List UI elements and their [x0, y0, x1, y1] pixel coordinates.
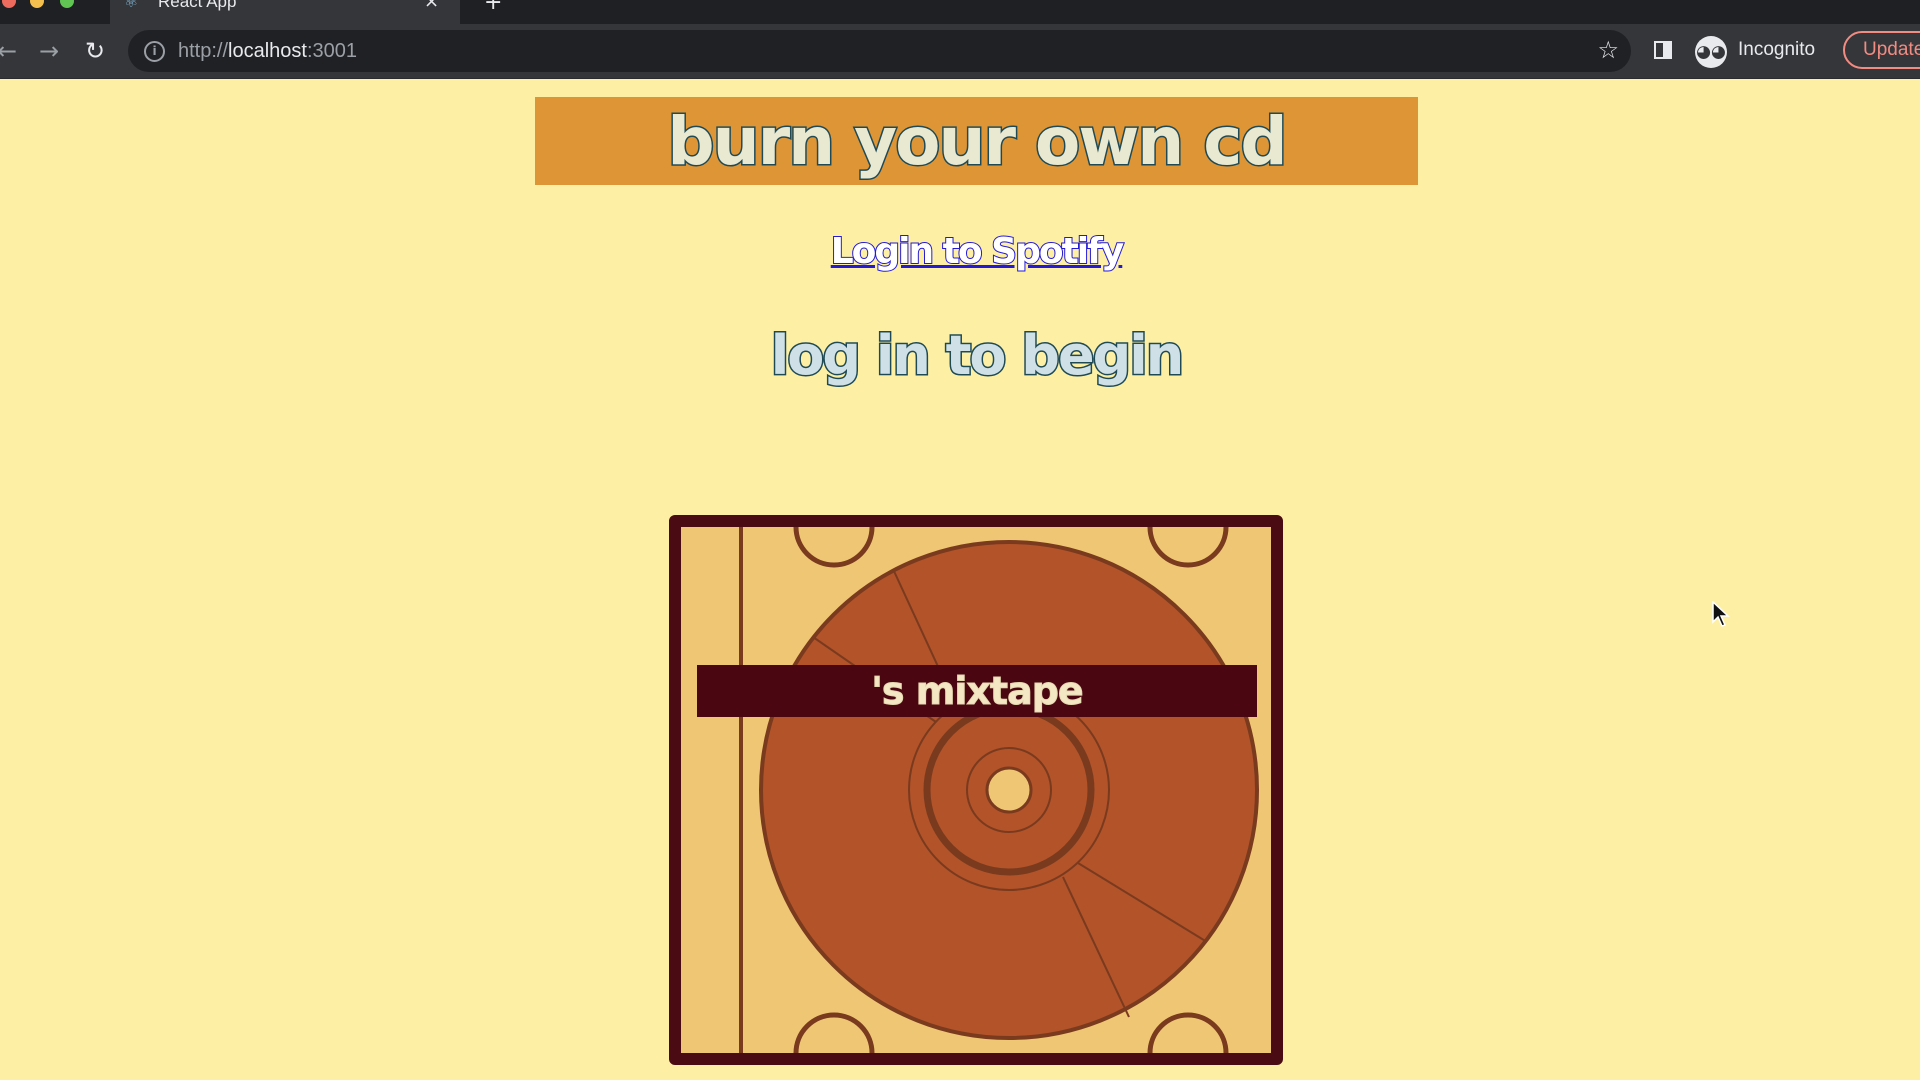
page-title: burn your own cd	[666, 101, 1289, 181]
window-zoom-control[interactable]	[60, 0, 74, 8]
tab-close-icon[interactable]: ×	[424, 0, 439, 12]
login-spotify-link[interactable]: Login to Spotify	[0, 230, 1920, 273]
update-button[interactable]: Update	[1843, 31, 1920, 69]
case-clip-icon	[793, 1012, 875, 1053]
url-host: localhost	[228, 40, 307, 62]
page-content: burn your own cd Login to Spotify log in…	[0, 79, 1920, 1080]
tab-title: React App	[158, 0, 237, 11]
react-favicon-icon: ⚛	[124, 0, 139, 11]
address-bar[interactable]: i http://localhost:3001 ☆	[128, 30, 1631, 72]
mixtape-label: 's mixtape	[871, 669, 1084, 714]
login-status-message: log in to begin	[769, 323, 1185, 389]
url-port: :3001	[306, 40, 358, 62]
forward-arrow-icon[interactable]: →	[34, 36, 64, 66]
bookmark-star-icon[interactable]: ☆	[1597, 36, 1619, 64]
mouse-pointer-icon	[1712, 601, 1730, 627]
browser-toolbar: ← → ↻ i http://localhost:3001 ☆ ◕◕ Incog…	[0, 24, 1920, 79]
new-tab-button[interactable]: +	[484, 0, 502, 15]
header-banner: burn your own cd	[535, 97, 1418, 185]
url-text[interactable]: http://localhost:3001	[178, 40, 357, 63]
site-info-icon[interactable]: i	[144, 41, 165, 62]
incognito-icon[interactable]: ◕◕	[1695, 36, 1727, 68]
back-arrow-icon[interactable]: ←	[0, 36, 22, 66]
case-clip-icon	[1147, 527, 1229, 568]
window-minimize-control[interactable]	[30, 0, 44, 8]
cd-case	[669, 515, 1283, 1065]
side-panel-icon[interactable]	[1654, 41, 1672, 59]
disc-center-hole	[985, 766, 1033, 814]
case-clip-icon	[793, 527, 875, 568]
cd-artwork	[739, 527, 1259, 1053]
browser-tab[interactable]: ⚛ React App ×	[110, 0, 460, 24]
browser-tab-strip: ⚛ React App × +	[0, 0, 1920, 24]
case-clip-icon	[1147, 1012, 1229, 1053]
reload-icon[interactable]: ↻	[80, 36, 110, 66]
url-scheme: http://	[178, 40, 229, 62]
profile-label[interactable]: Incognito	[1738, 39, 1815, 61]
window-close-control[interactable]	[2, 0, 16, 8]
